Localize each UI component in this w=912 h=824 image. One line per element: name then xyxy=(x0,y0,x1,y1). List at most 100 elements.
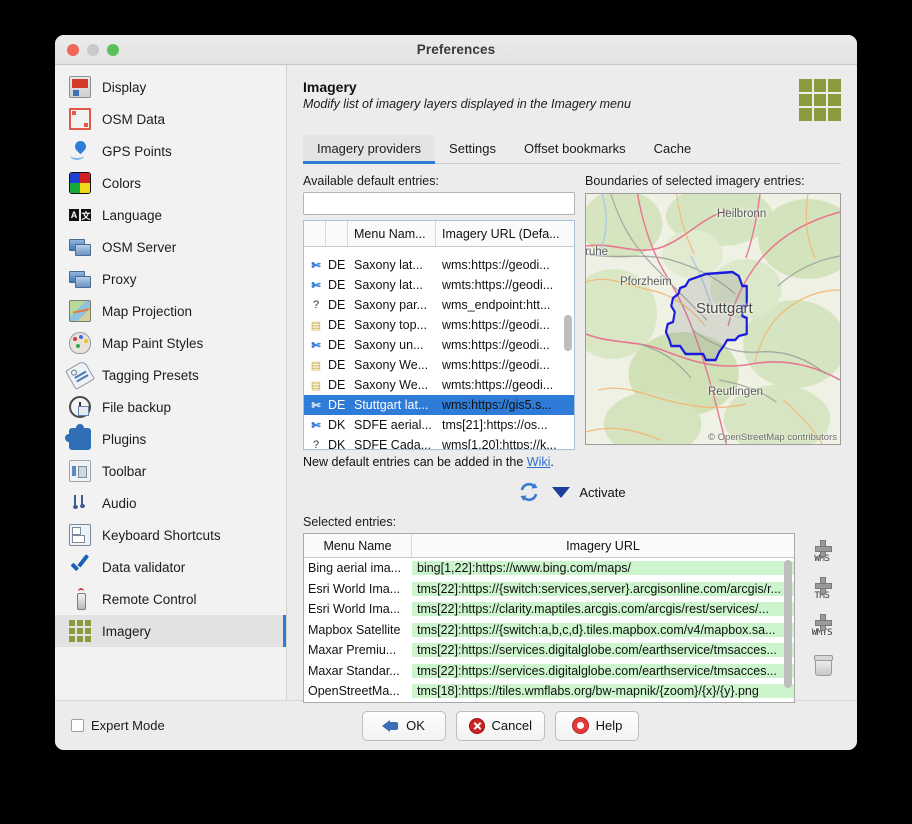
wms-icon: ✄ xyxy=(311,279,321,292)
refresh-icon[interactable] xyxy=(518,481,540,503)
sidebar-item-remote-control[interactable]: Remote Control xyxy=(55,583,286,615)
table-row[interactable]: ▤ DE Saxony We... wmts:https://geodi... xyxy=(304,375,574,395)
table-row[interactable]: Esri World Ima... tms[22]:https://{switc… xyxy=(304,579,794,600)
selected-entries-table[interactable]: Menu Name Imagery URL Bing aerial ima...… xyxy=(303,533,795,703)
osm-server-icon xyxy=(69,236,91,258)
map-label: ruhe xyxy=(585,246,609,258)
wms-icon: ✄ xyxy=(311,419,321,432)
sidebar-item-osm-server[interactable]: OSM Server xyxy=(55,231,286,263)
expert-mode-toggle[interactable]: Expert Mode xyxy=(71,718,165,733)
help-button[interactable]: Help xyxy=(555,710,639,741)
sidebar-item-map-projection[interactable]: Map Projection xyxy=(55,295,286,327)
column-header-blank-1[interactable] xyxy=(304,221,326,246)
column-header-menu-name[interactable]: Menu Nam... xyxy=(348,221,436,246)
sidebar-item-data-validator[interactable]: Data validator xyxy=(55,551,286,583)
table-row[interactable]: ▤ DE Saxony We... wms:https://geodi... xyxy=(304,355,574,375)
sidebar-item-proxy[interactable]: Proxy xyxy=(55,263,286,295)
tab-settings[interactable]: Settings xyxy=(435,135,510,163)
sidebar-item-map-paint-styles[interactable]: Map Paint Styles xyxy=(55,327,286,359)
wiki-link[interactable]: Wiki xyxy=(527,455,551,469)
table-row[interactable]: Bing aerial ima... bing[1,22]:https://ww… xyxy=(304,558,794,579)
unknown-icon: ? xyxy=(312,439,320,449)
sidebar-item-tagging-presets[interactable]: Tagging Presets xyxy=(55,359,286,391)
available-filter-input[interactable] xyxy=(303,192,575,215)
imagery-url: wms:https://geodi... xyxy=(442,338,550,352)
sidebar-item-label: Toolbar xyxy=(102,463,147,479)
selected-table-header: Menu Name Imagery URL xyxy=(304,534,794,558)
boundaries-map[interactable]: Heilbronn ruhe Pforzheim Stuttgart Reutl… xyxy=(585,193,841,445)
menu-name: Bing aerial ima... xyxy=(304,561,412,576)
sidebar-item-label: Data validator xyxy=(102,559,186,575)
language-icon: A文 xyxy=(69,209,91,221)
sidebar-item-keyboard-shortcuts[interactable]: Keyboard Shortcuts xyxy=(55,519,286,551)
lifebuoy-icon xyxy=(571,717,589,734)
tab-offset-bookmarks[interactable]: Offset bookmarks xyxy=(510,135,640,163)
table-row[interactable]: ✄ DE Saxony lat... wmts:https://geodi... xyxy=(304,275,574,295)
preferences-sidebar[interactable]: Display OSM Data GPS Points Colors A文 La… xyxy=(55,65,287,700)
tab-cache[interactable]: Cache xyxy=(640,135,706,163)
table-row[interactable]: ? DK SDFE Cada... wms[1,20]:https://k... xyxy=(304,435,574,449)
wiki-note-suffix: . xyxy=(550,455,554,469)
triangle-down-icon xyxy=(552,486,571,498)
sidebar-item-imagery[interactable]: Imagery xyxy=(55,615,286,647)
selected-entries-buttons: WMS TMS WMTS xyxy=(803,533,841,703)
table-row[interactable]: Esri World Ima... tms[22]:https://clarit… xyxy=(304,599,794,620)
column-header-blank-2[interactable] xyxy=(326,221,348,246)
column-header-imagery-url[interactable]: Imagery URL (Defa... xyxy=(436,221,574,246)
table-row[interactable]: ✄ DE Saxony lat... wms:https://geodi... xyxy=(304,255,574,275)
expert-mode-checkbox[interactable] xyxy=(71,719,84,732)
sidebar-item-gps-points[interactable]: GPS Points xyxy=(55,135,286,167)
available-entries-label: Available default entries: xyxy=(303,174,439,188)
map-label: Pforzheim xyxy=(620,276,672,288)
table-row[interactable]: ✄ DK SDFE aerial... tms[21]:https://os..… xyxy=(304,415,574,435)
sidebar-item-label: GPS Points xyxy=(102,143,172,159)
sidebar-item-file-backup[interactable]: File backup xyxy=(55,391,286,423)
selected-table-body[interactable]: Bing aerial ima... bing[1,22]:https://ww… xyxy=(304,558,794,702)
sidebar-item-plugins[interactable]: Plugins xyxy=(55,423,286,455)
table-row[interactable]: ✄ DE Saxony un... wms:https://geodi... xyxy=(304,335,574,355)
table-row[interactable]: ? DE Saxony par... wms_endpoint:htt... xyxy=(304,295,574,315)
selected-table-scrollbar[interactable] xyxy=(784,560,792,688)
add-wmts-button[interactable]: WMTS xyxy=(806,614,838,638)
sidebar-item-audio[interactable]: Audio xyxy=(55,487,286,519)
plus-icon xyxy=(814,540,832,557)
plus-icon xyxy=(814,577,832,594)
trash-icon[interactable] xyxy=(813,655,833,676)
wms-icon: ✄ xyxy=(311,339,321,352)
ok-button[interactable]: OK xyxy=(361,710,446,741)
column-header-menu-name[interactable]: Menu Name xyxy=(304,534,412,557)
add-wms-button[interactable]: WMS xyxy=(806,540,838,564)
activate-button[interactable]: Activate xyxy=(552,485,626,500)
sidebar-item-display[interactable]: Display xyxy=(55,71,286,103)
cancel-button[interactable]: Cancel xyxy=(455,710,545,741)
close-window-button[interactable] xyxy=(67,44,79,56)
sidebar-item-toolbar[interactable]: Toolbar xyxy=(55,455,286,487)
dialog-footer: Expert Mode OK Cancel Help xyxy=(55,700,857,750)
table-row[interactable]: ▤ DE Saxony top... wms:https://geodi... xyxy=(304,315,574,335)
available-table-body[interactable]: ✄ DE Saxony lat... wms:https://geodi... … xyxy=(304,247,574,449)
table-row[interactable]: Mapbox Satellite tms[22]:https://{switch… xyxy=(304,620,794,641)
menu-name: Saxony par... xyxy=(354,298,427,312)
menu-name: SDFE Cada... xyxy=(354,438,432,449)
minimize-window-button[interactable] xyxy=(87,44,99,56)
country-code: DE xyxy=(328,358,346,372)
tab-imagery-providers[interactable]: Imagery providers xyxy=(303,135,436,164)
table-row[interactable]: OpenStreetMa... tms[18]:https://tiles.wm… xyxy=(304,681,794,702)
sidebar-item-language[interactable]: A文 Language xyxy=(55,199,286,231)
column-header-imagery-url[interactable]: Imagery URL xyxy=(412,534,794,557)
imagery-icon xyxy=(69,620,91,642)
imagery-url: tms[22]:https://services.digitalglobe.co… xyxy=(412,663,794,678)
tab-bar[interactable]: Imagery providers Settings Offset bookma… xyxy=(303,135,841,164)
file-backup-icon xyxy=(69,396,91,418)
maximize-window-button[interactable] xyxy=(107,44,119,56)
table-row[interactable]: Maxar Standar... tms[22]:https://service… xyxy=(304,661,794,682)
sidebar-item-osm-data[interactable]: OSM Data xyxy=(55,103,286,135)
available-table-scrollbar[interactable] xyxy=(564,315,572,351)
available-entries-table[interactable]: Menu Nam... Imagery URL (Defa... ✄ DE Sa… xyxy=(303,220,575,450)
sidebar-item-colors[interactable]: Colors xyxy=(55,167,286,199)
table-row[interactable]: Maxar Premiu... tms[22]:https://services… xyxy=(304,640,794,661)
add-tms-button[interactable]: TMS xyxy=(806,577,838,601)
imagery-url: bing[1,22]:https://www.bing.com/maps/ xyxy=(412,561,794,576)
available-table-header: Menu Nam... Imagery URL (Defa... xyxy=(304,221,574,247)
window-title: Preferences xyxy=(416,42,496,57)
